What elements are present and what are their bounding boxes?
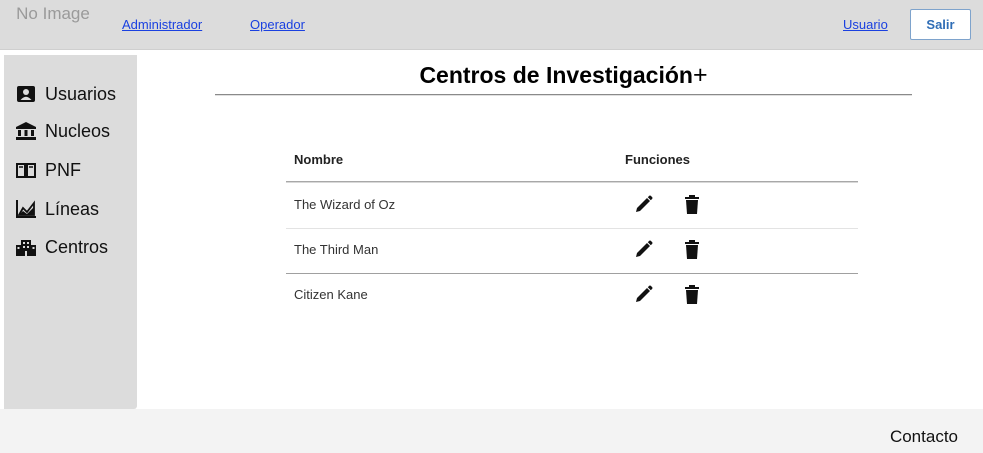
- sidebar-item-label: Líneas: [45, 198, 100, 219]
- column-header-funciones: Funciones: [625, 152, 691, 167]
- row-name: Citizen Kane: [294, 287, 368, 302]
- user-link[interactable]: Usuario: [843, 17, 888, 32]
- sidebar: Usuarios Nucleos PNF Líneas Centros: [4, 55, 137, 409]
- top-bar: No Image Administrador Operador Usuario …: [0, 0, 983, 50]
- sidebar-item-pnf[interactable]: PNF: [16, 158, 81, 182]
- nav-link-operador[interactable]: Operador: [250, 17, 305, 32]
- trash-icon[interactable]: [682, 194, 702, 216]
- sidebar-item-centros[interactable]: Centros: [16, 235, 108, 259]
- sidebar-item-label: Centros: [45, 236, 109, 257]
- column-header-nombre: Nombre: [294, 152, 344, 167]
- trash-icon[interactable]: [682, 239, 702, 261]
- user-card-icon: [16, 85, 36, 103]
- edit-icon[interactable]: [632, 284, 654, 306]
- logo-placeholder: No Image: [16, 4, 90, 23]
- institution-icon: [16, 122, 36, 140]
- contact-link[interactable]: Contacto: [890, 427, 958, 447]
- trash-icon[interactable]: [682, 284, 702, 306]
- table-row: The Third Man: [286, 229, 858, 274]
- sidebar-item-lineas[interactable]: Líneas: [16, 197, 99, 221]
- building-icon: [16, 238, 36, 256]
- open-book-icon: [16, 161, 36, 179]
- logout-button[interactable]: Salir: [910, 9, 971, 40]
- table-row: Citizen Kane: [286, 274, 858, 319]
- sidebar-item-nucleos[interactable]: Nucleos: [16, 119, 110, 143]
- edit-icon[interactable]: [632, 194, 654, 216]
- row-name: The Third Man: [294, 242, 379, 257]
- table-header-divider: [286, 181, 858, 183]
- edit-icon[interactable]: [632, 239, 654, 261]
- sidebar-item-label: PNF: [45, 159, 81, 180]
- title-divider: [215, 94, 912, 96]
- page-title-text: Centros de Investigación: [419, 62, 693, 88]
- page-title: Centros de Investigación+: [215, 61, 912, 90]
- footer: Contacto: [0, 409, 983, 453]
- area-chart-icon: [16, 200, 36, 218]
- nav-link-administrador[interactable]: Administrador: [122, 17, 202, 32]
- row-name: The Wizard of Oz: [294, 197, 396, 212]
- sidebar-item-label: Usuarios: [45, 83, 117, 104]
- sidebar-item-usuarios[interactable]: Usuarios: [16, 82, 116, 106]
- sidebar-item-label: Nucleos: [45, 120, 111, 141]
- table-row: The Wizard of Oz: [286, 184, 858, 229]
- add-button[interactable]: +: [693, 61, 708, 89]
